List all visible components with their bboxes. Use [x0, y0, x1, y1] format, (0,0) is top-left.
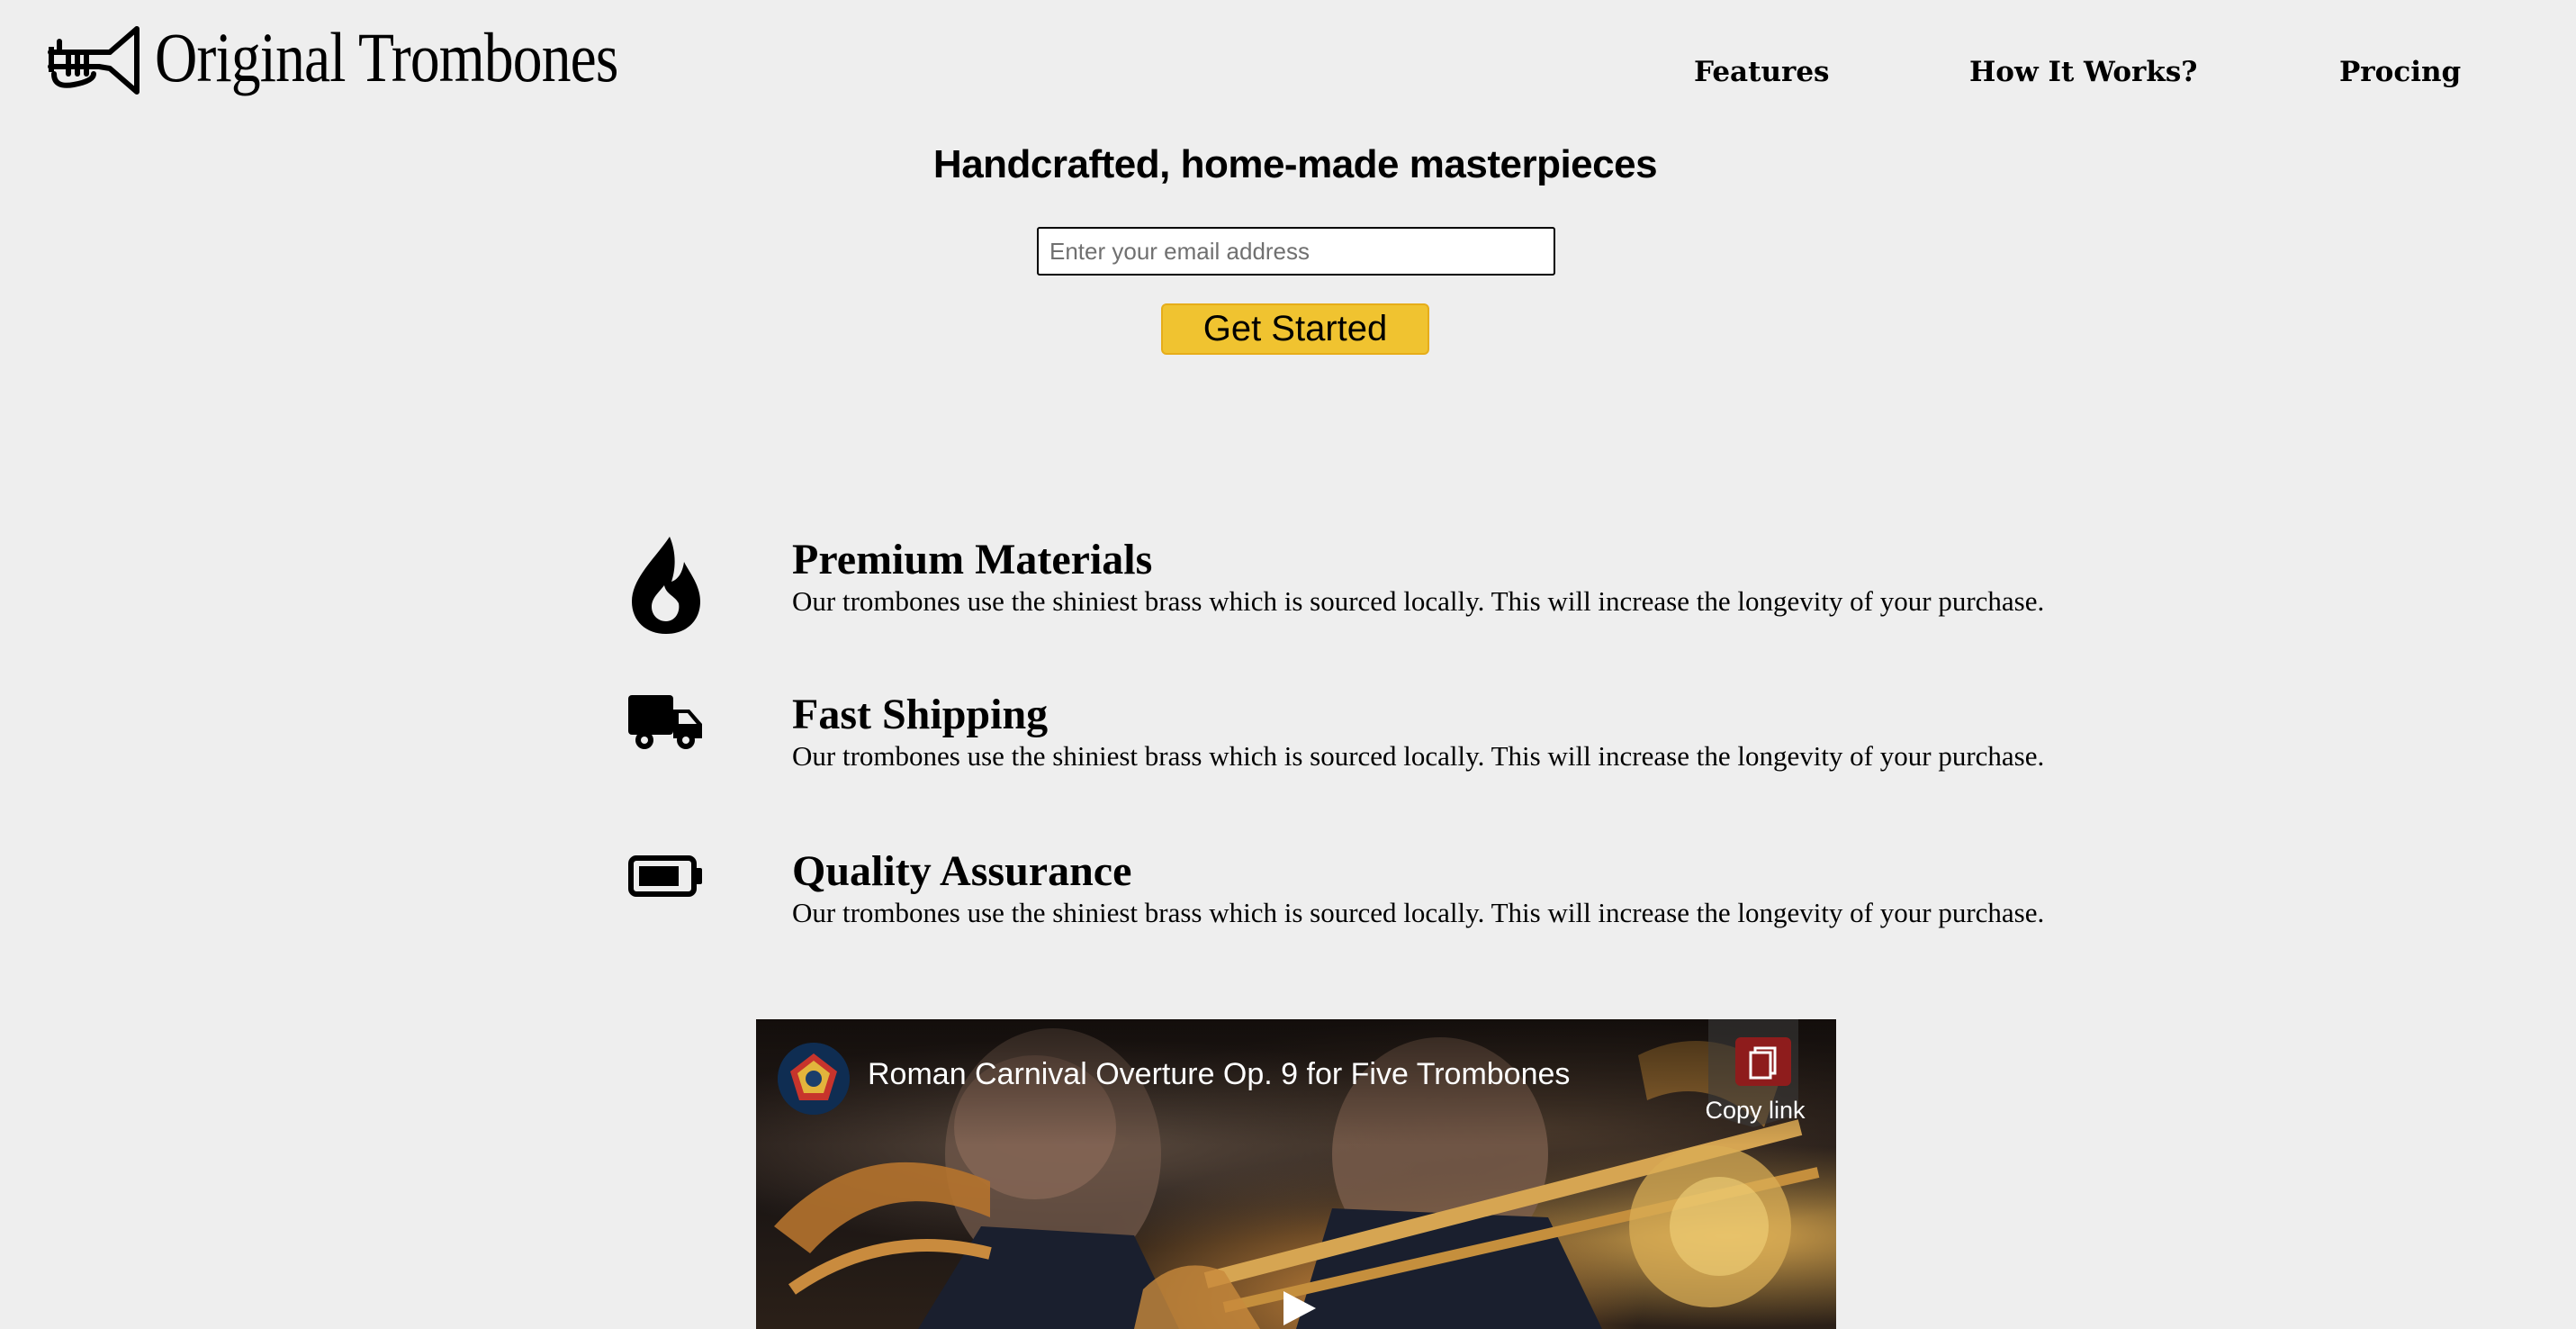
- feature-title: Quality Assurance: [792, 847, 1132, 895]
- hero-title: Handcrafted, home-made masterpieces: [932, 142, 1658, 186]
- feature-description: Our trombones use the shiniest brass whi…: [792, 897, 2045, 928]
- feature-description: Our trombones use the shiniest brass whi…: [792, 585, 2045, 617]
- copy-link-button[interactable]: Copy link: [1692, 1019, 1818, 1138]
- video-title[interactable]: Roman Carnival Overture Op. 9 for Five T…: [868, 1057, 1570, 1092]
- feature-title: Fast Shipping: [792, 691, 1049, 738]
- nav-link-pricing[interactable]: Procing: [2339, 56, 2461, 88]
- email-input[interactable]: [1037, 227, 1555, 276]
- battery-icon: [628, 855, 704, 897]
- nav-link-features[interactable]: Features: [1694, 56, 1830, 88]
- video-embed[interactable]: Roman Carnival Overture Op. 9 for Five T…: [756, 1019, 1836, 1329]
- main-nav: Features How It Works? Procing: [0, 56, 2576, 101]
- channel-avatar[interactable]: [778, 1043, 850, 1115]
- nav-link-how-it-works[interactable]: How It Works?: [1969, 56, 2197, 88]
- truck-icon: [628, 693, 704, 751]
- get-started-button[interactable]: Get Started: [1161, 303, 1429, 355]
- copy-link-label: Copy link: [1705, 1097, 1806, 1124]
- fire-icon: [628, 535, 704, 636]
- feature-description: Our trombones use the shiniest brass whi…: [792, 740, 2045, 772]
- feature-title: Premium Materials: [792, 536, 1153, 583]
- play-icon[interactable]: [1280, 1288, 1318, 1329]
- copy-icon: [1735, 1037, 1791, 1086]
- landing-page: Original Trombones Features How It Works…: [0, 0, 2576, 1329]
